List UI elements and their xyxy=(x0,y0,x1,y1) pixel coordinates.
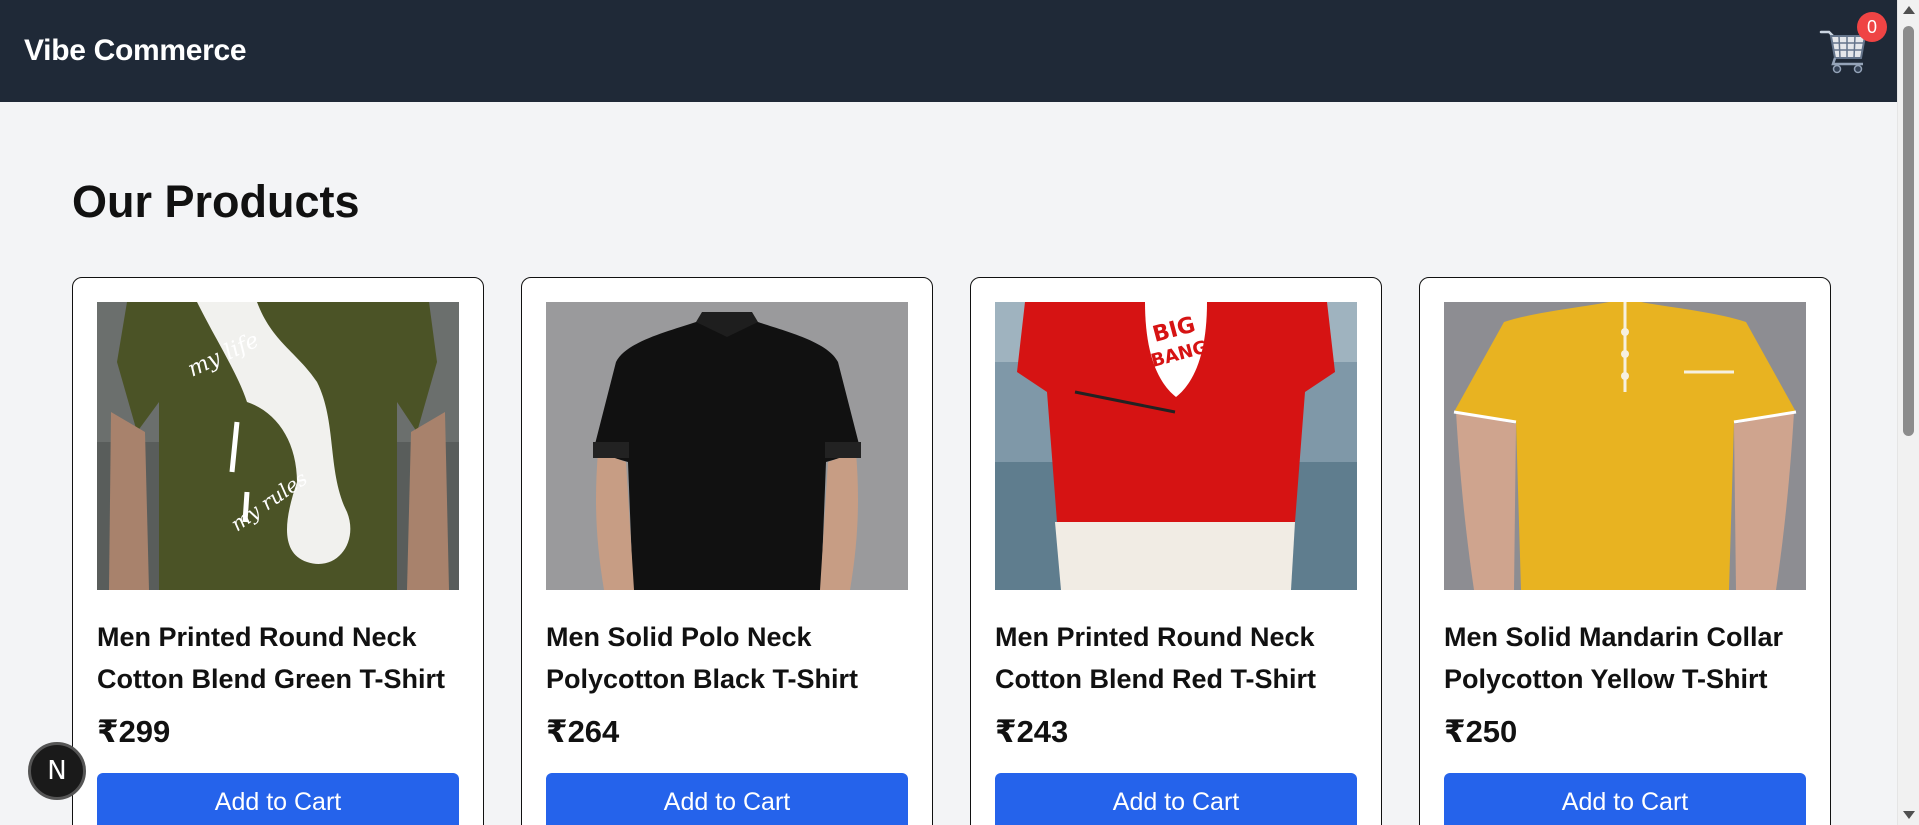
add-to-cart-button[interactable]: Add to Cart xyxy=(97,773,459,825)
product-name[interactable]: Men Solid Polo Neck Polycotton Black T-S… xyxy=(546,616,908,700)
product-image[interactable] xyxy=(546,302,908,590)
add-to-cart-button[interactable]: Add to Cart xyxy=(995,773,1357,825)
scroll-down-arrow-icon[interactable] xyxy=(1903,811,1915,819)
add-to-cart-button[interactable]: Add to Cart xyxy=(1444,773,1806,825)
product-image[interactable] xyxy=(1444,302,1806,590)
product-name[interactable]: Men Solid Mandarin Collar Polycotton Yel… xyxy=(1444,616,1806,700)
cart-count-badge: 0 xyxy=(1857,12,1887,42)
product-card: Men Solid Polo Neck Polycotton Black T-S… xyxy=(521,277,933,825)
product-price: ₹243 xyxy=(995,714,1069,749)
product-price: ₹299 xyxy=(97,714,171,749)
scroll-up-arrow-icon[interactable] xyxy=(1903,6,1915,14)
product-image[interactable]: BIG BANG xyxy=(995,302,1357,590)
product-card: BIG BANG Men Printed Round Neck Cotton B… xyxy=(970,277,1382,825)
add-to-cart-button[interactable]: Add to Cart xyxy=(546,773,908,825)
navbar: Vibe Commerce 0 xyxy=(0,0,1897,102)
product-card: Men Solid Mandarin Collar Polycotton Yel… xyxy=(1419,277,1831,825)
nextjs-dev-indicator[interactable]: N xyxy=(28,742,86,800)
page: Vibe Commerce 0 Our Products my life my … xyxy=(0,0,1919,825)
brand-logo-text[interactable]: Vibe Commerce xyxy=(24,34,247,68)
product-grid: my life my rules Men Printed Round Neck … xyxy=(72,277,1831,825)
product-name[interactable]: Men Printed Round Neck Cotton Blend Gree… xyxy=(97,616,459,700)
scrollbar-thumb[interactable] xyxy=(1903,26,1914,436)
page-title: Our Products xyxy=(72,176,360,227)
product-image[interactable]: my life my rules xyxy=(97,302,459,590)
product-name[interactable]: Men Printed Round Neck Cotton Blend Red … xyxy=(995,616,1357,700)
main-content: Our Products my life my rules Men Printe… xyxy=(72,102,1832,825)
product-price: ₹250 xyxy=(1444,714,1518,749)
cart-button[interactable]: 0 xyxy=(1819,12,1887,76)
vertical-scrollbar[interactable] xyxy=(1897,0,1919,825)
product-card: my life my rules Men Printed Round Neck … xyxy=(72,277,484,825)
product-price: ₹264 xyxy=(546,714,620,749)
